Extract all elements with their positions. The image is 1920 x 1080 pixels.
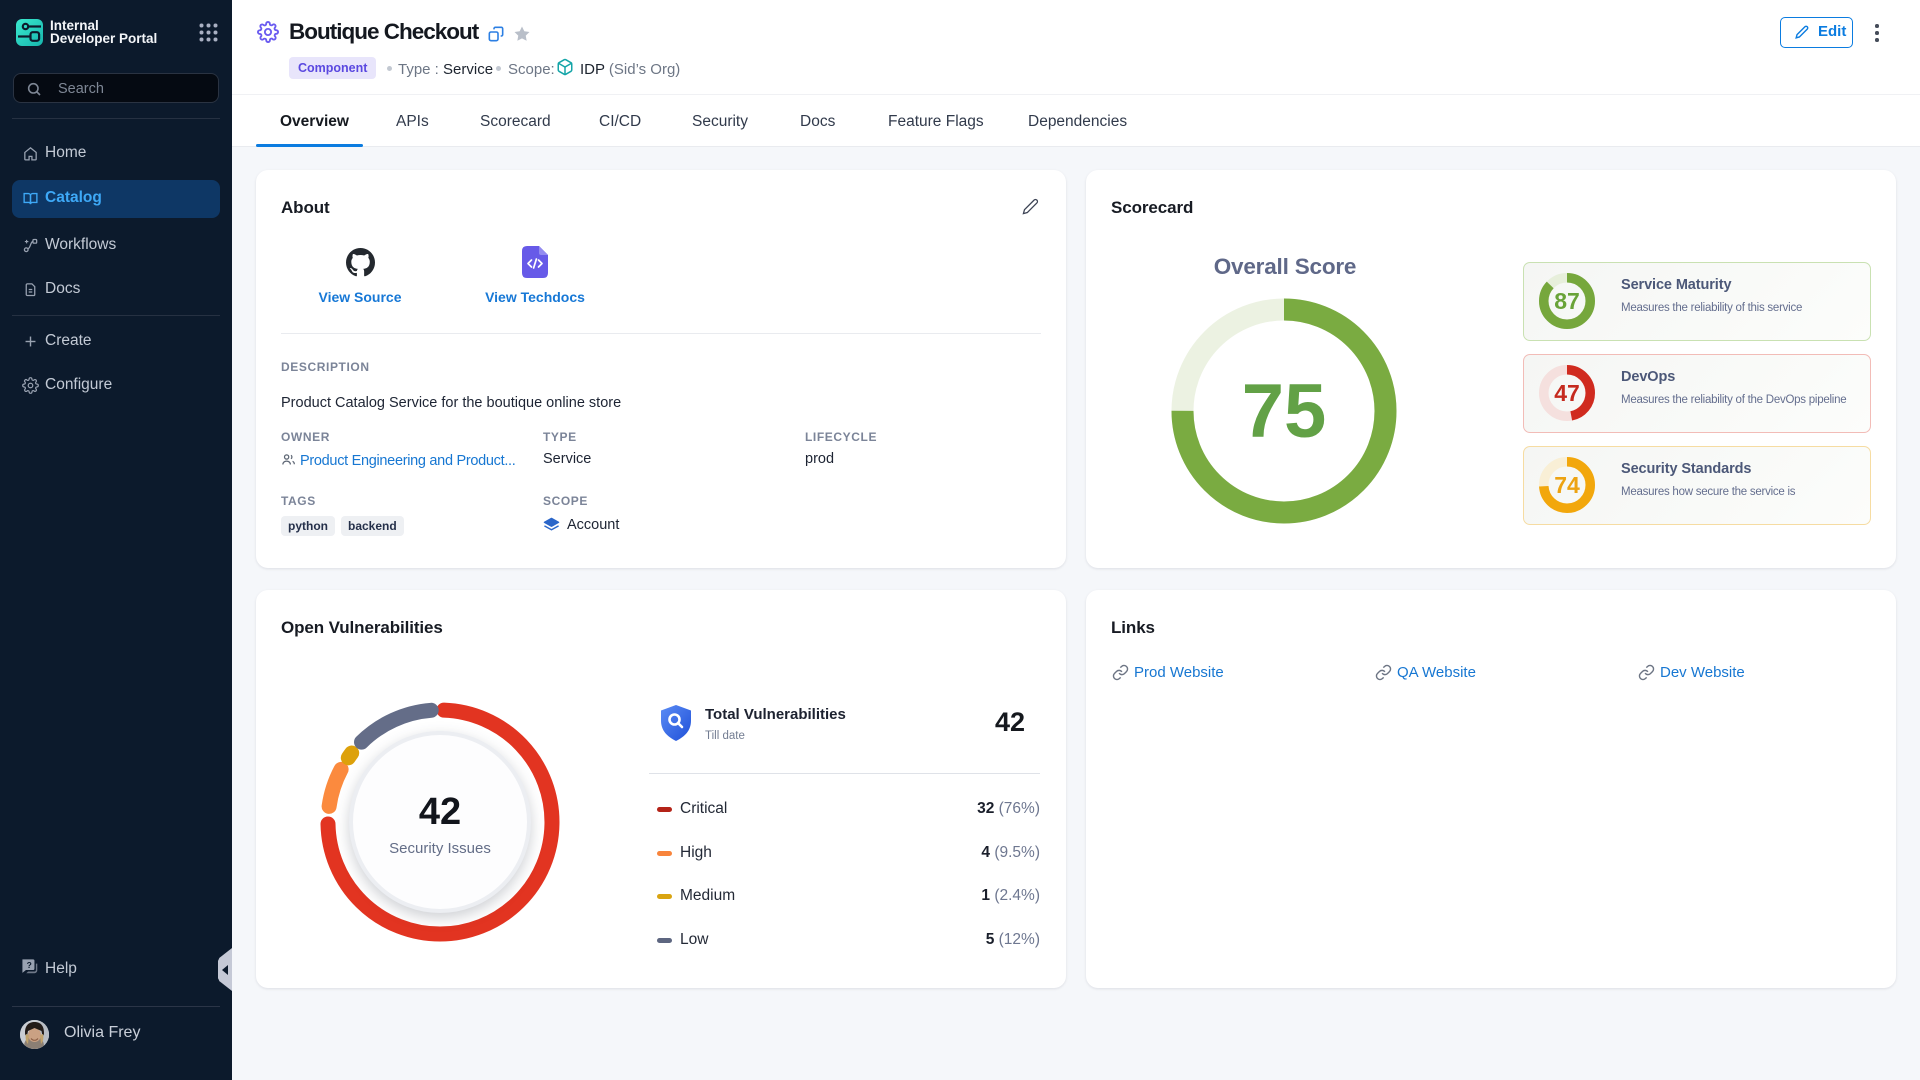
svg-text:?: ? [27,960,32,970]
